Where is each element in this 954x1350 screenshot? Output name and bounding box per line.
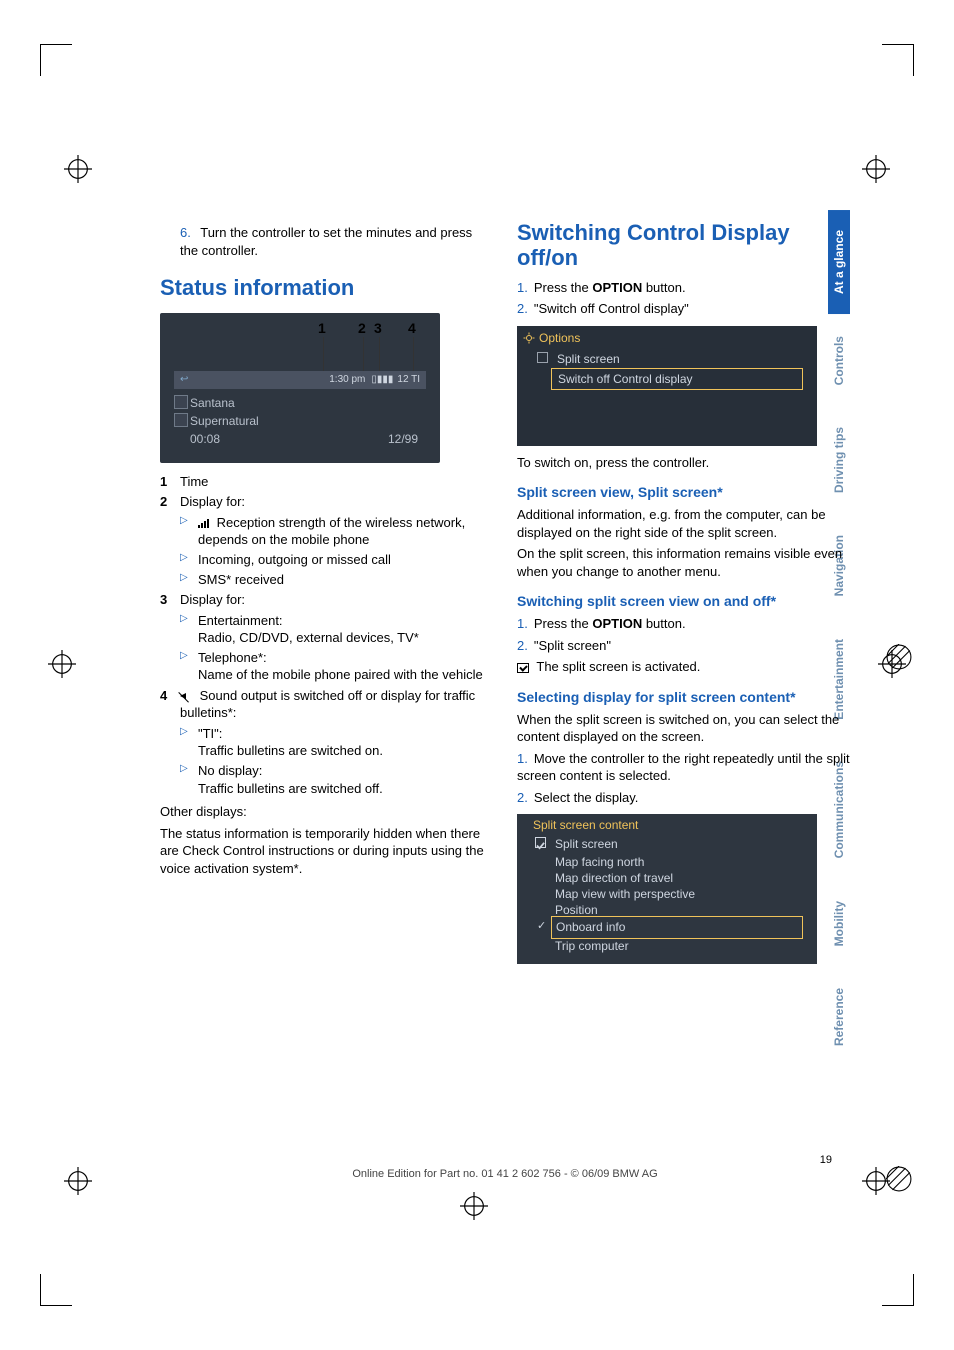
item-text: "TI":Traffic bulletins are switched on.	[198, 725, 493, 760]
step-6: 6. Turn the controller to set the minute…	[180, 224, 493, 259]
heading-split-screen-view: Split screen view, Split screen*	[517, 483, 850, 502]
split-screen-p1: Additional information, e.g. from the co…	[517, 506, 850, 541]
menu-item-selected: Onboard info	[551, 916, 803, 938]
mute-icon	[180, 690, 192, 702]
split-screen-content-screenshot: Split screen content Split screen Map fa…	[517, 814, 817, 964]
registration-mark-icon	[460, 1192, 488, 1220]
callout-4: 4	[408, 319, 416, 338]
step-2: 2."Switch off Control display"	[517, 300, 850, 318]
signal-bars-icon	[198, 519, 209, 528]
item-number: 1	[160, 473, 180, 491]
status-flags: 12 TI	[397, 373, 420, 387]
item-number: 2	[160, 493, 180, 511]
split-screen-p2: On the split screen, this information re…	[517, 545, 850, 580]
select-step-1: 1.Move the controller to the right repea…	[517, 750, 850, 785]
onoff-step-2: 2."Split screen"	[517, 637, 850, 655]
item-text: SMS* received	[198, 571, 493, 589]
bullet-icon: ▷	[180, 725, 194, 760]
checked-box-icon	[535, 837, 546, 848]
bullet-icon: ▷	[180, 514, 194, 549]
signal-icon: ▯▮▮▮	[371, 373, 393, 387]
track-artist: Santana	[190, 395, 235, 411]
artist-icon	[174, 395, 188, 409]
item-text: Time	[180, 473, 493, 491]
step-text: Turn the controller to set the minutes a…	[180, 225, 472, 258]
heading-split-onoff: Switching split screen view on and off*	[517, 592, 850, 611]
track-count: 12/99	[388, 431, 418, 447]
checkbox-icon	[537, 352, 548, 363]
item-text: Display for:	[180, 591, 493, 609]
page-footer: 19 Online Edition for Part no. 01 41 2 6…	[160, 1154, 850, 1180]
crop-mark	[40, 1274, 72, 1306]
options-menu-screenshot: Options Split screen Switch off Control …	[517, 326, 817, 446]
hatch-mark-icon	[886, 1166, 912, 1192]
bullet-icon: ▷	[180, 649, 194, 684]
crop-mark	[882, 1274, 914, 1306]
select-intro: When the split screen is switched on, yo…	[517, 711, 850, 746]
menu-item-switch-off: Switch off Control display	[551, 368, 803, 390]
menu-item-split-screen: Split screen	[551, 349, 803, 369]
bullet-icon: ▷	[180, 612, 194, 647]
heading-status-information: Status information	[160, 273, 493, 303]
callout-3: 3	[374, 319, 382, 338]
status-time: 1:30 pm	[329, 373, 365, 387]
back-arrow-icon: ↩	[180, 373, 188, 387]
bullet-icon: ▷	[180, 551, 194, 569]
step-1: 1.Press the OPTION button.	[517, 279, 850, 297]
item-text: Telephone*:Name of the mobile phone pair…	[198, 649, 493, 684]
hatch-mark-icon	[886, 644, 912, 670]
registration-mark-icon	[862, 155, 890, 183]
callout-2: 2	[358, 319, 366, 338]
heading-select-content: Selecting display for split screen conte…	[517, 688, 850, 707]
menu-item: Trip computer	[551, 936, 803, 956]
crop-mark	[882, 44, 914, 76]
onoff-result: The split screen is activated.	[517, 658, 850, 676]
step-number: 6.	[180, 225, 191, 240]
item-number: 3	[160, 591, 180, 609]
checked-box-icon	[517, 663, 529, 673]
onoff-step-1: 1.Press the OPTION button.	[517, 615, 850, 633]
registration-mark-icon	[64, 155, 92, 183]
select-step-2: 2.Select the display.	[517, 789, 850, 807]
left-column: 6. Turn the controller to set the minute…	[160, 220, 493, 1180]
bullet-icon: ▷	[180, 571, 194, 589]
album-icon	[174, 413, 188, 427]
item-text: Entertainment:Radio, CD/DVD, external de…	[198, 612, 493, 647]
heading-switching-control-display: Switching Control Display off/on	[517, 220, 850, 271]
panel-title: Split screen content	[533, 817, 638, 833]
other-displays-heading: Other displays:	[160, 803, 493, 821]
page-number: 19	[160, 1154, 832, 1166]
track-album: Supernatural	[190, 413, 259, 429]
callout-1: 1	[318, 319, 326, 338]
crop-mark	[40, 44, 72, 76]
switch-on-note: To switch on, press the controller.	[517, 454, 850, 472]
check-icon: ✓	[537, 919, 546, 934]
footer-text: Online Edition for Part no. 01 41 2 602 …	[160, 1168, 850, 1180]
menu-title: Options	[539, 330, 580, 346]
registration-mark-icon	[48, 650, 76, 678]
page-content: 6. Turn the controller to set the minute…	[160, 220, 850, 1180]
status-bar: ↩ 1:30 pm ▯▮▮▮ 12 TI	[174, 371, 426, 389]
gear-icon	[523, 332, 535, 344]
right-column: Switching Control Display off/on 1.Press…	[517, 220, 850, 1180]
item-text: Reception strength of the wireless netwo…	[198, 514, 493, 549]
bullet-icon: ▷	[180, 762, 194, 797]
item-text: No display:Traffic bulletins are switche…	[198, 762, 493, 797]
item-text: Sound output is switched off or display …	[180, 687, 493, 722]
registration-mark-icon	[64, 1167, 92, 1195]
item-text: Incoming, outgoing or missed call	[198, 551, 493, 569]
other-displays-body: The status information is temporarily hi…	[160, 825, 493, 878]
item-text: Display for:	[180, 493, 493, 511]
track-elapsed: 00:08	[190, 431, 220, 447]
status-bar-screenshot: 1 2 3 4 ↩ 1:30 pm ▯▮▮▮ 12 TI Santana Sup…	[160, 313, 440, 463]
